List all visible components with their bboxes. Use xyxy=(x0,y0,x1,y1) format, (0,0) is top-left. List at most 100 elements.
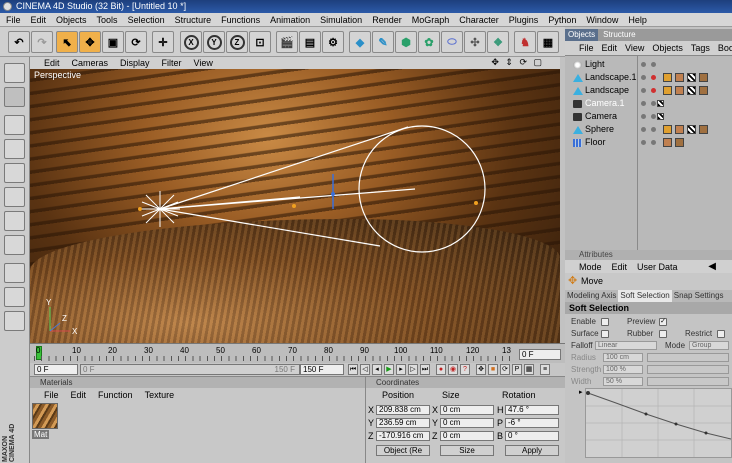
object-row-light[interactable]: Light xyxy=(565,58,732,71)
render-dot[interactable] xyxy=(651,88,656,93)
key-scale-icon[interactable]: ■ xyxy=(488,364,498,375)
menu-edit[interactable]: Edit xyxy=(31,15,47,25)
subdivision-surface-icon[interactable]: ⬢ xyxy=(395,31,417,53)
points-mode-icon[interactable] xyxy=(4,163,25,183)
tweak-mode-icon[interactable] xyxy=(4,263,25,283)
move-tool-icon[interactable]: ✥ xyxy=(79,31,101,53)
z-axis-lock-icon[interactable]: Z xyxy=(226,31,248,53)
objects-menu-tags[interactable]: Tags xyxy=(691,43,710,53)
surface-checkbox[interactable] xyxy=(601,330,609,338)
range-slider[interactable]: 0 F 150 F xyxy=(80,364,300,375)
next-key-icon[interactable]: ▷ xyxy=(408,364,418,375)
texture-tag-icon[interactable] xyxy=(687,73,696,82)
axis-mode-icon[interactable] xyxy=(4,235,25,255)
target-tag-icon[interactable] xyxy=(657,100,664,107)
environment-icon[interactable]: ❖ xyxy=(487,31,509,53)
target-tag-icon[interactable] xyxy=(657,113,664,120)
objects-menu-file[interactable]: File xyxy=(579,43,594,53)
coordinate-mode-select[interactable]: Object (Re xyxy=(376,445,430,456)
menu-simulation[interactable]: Simulation xyxy=(320,15,362,25)
render-dot[interactable] xyxy=(651,127,656,132)
material-swatch[interactable] xyxy=(32,403,58,429)
viewport-menu-cameras[interactable]: Cameras xyxy=(72,58,109,68)
materials-menu-function[interactable]: Function xyxy=(98,390,133,400)
menu-selection[interactable]: Selection xyxy=(128,15,165,25)
workplane-icon[interactable] xyxy=(4,311,25,331)
position-z-field[interactable]: -170.916 cm xyxy=(376,431,430,441)
redo-icon[interactable]: ↷ xyxy=(31,31,53,53)
material-tag-2-icon[interactable] xyxy=(699,86,708,95)
visibility-dot[interactable] xyxy=(641,88,646,93)
size-y-field[interactable]: 0 cm xyxy=(440,418,494,428)
render-dot[interactable] xyxy=(651,101,656,106)
material-tag-2-icon[interactable] xyxy=(699,73,708,82)
objects-menu-objects[interactable]: Objects xyxy=(652,43,683,53)
render-dot[interactable] xyxy=(651,140,656,145)
objects-menu-bookmarks[interactable]: Bookm xyxy=(718,43,732,53)
object-row-landscape[interactable]: Landscape xyxy=(565,84,732,97)
radius-slider[interactable] xyxy=(647,353,729,362)
viewport-menu-edit[interactable]: Edit xyxy=(44,58,60,68)
coordinate-system-icon[interactable]: ✛ xyxy=(152,31,174,53)
next-frame-icon[interactable]: ▸ xyxy=(396,364,406,375)
x-axis-lock-icon[interactable]: X xyxy=(180,31,202,53)
live-selection-icon[interactable]: ⬉ xyxy=(56,31,78,53)
radius-field[interactable]: 100 cm xyxy=(603,353,643,362)
make-editable-icon[interactable] xyxy=(4,63,25,83)
object-row-camera[interactable]: Camera xyxy=(565,110,732,123)
object-row-camera-1[interactable]: Camera.1 xyxy=(565,97,732,110)
menu-objects[interactable]: Objects xyxy=(56,15,87,25)
viewport-menu-filter[interactable]: Filter xyxy=(162,58,182,68)
material-tag-icon[interactable] xyxy=(675,125,684,134)
apply-button[interactable]: Apply xyxy=(505,445,559,456)
materials-menu-edit[interactable]: Edit xyxy=(71,390,87,400)
objects-menu-view[interactable]: View xyxy=(625,43,644,53)
size-z-field[interactable]: 0 cm xyxy=(440,431,494,441)
object-row-sphere[interactable]: Sphere xyxy=(565,123,732,136)
attributes-menu-edit[interactable]: Edit xyxy=(612,262,628,272)
render-view-icon[interactable]: 🎬 xyxy=(276,31,298,53)
key-parameter-icon[interactable]: P xyxy=(512,364,522,375)
texture-tag-icon[interactable] xyxy=(687,125,696,134)
goto-end-icon[interactable]: ⏭ xyxy=(420,364,430,375)
strength-slider[interactable] xyxy=(647,365,729,374)
menu-functions[interactable]: Functions xyxy=(221,15,260,25)
render-dot[interactable] xyxy=(651,75,656,80)
menu-tools[interactable]: Tools xyxy=(97,15,118,25)
snap-icon[interactable] xyxy=(4,287,25,307)
materials-menu-texture[interactable]: Texture xyxy=(145,390,175,400)
object-row-landscape-1[interactable]: Landscape.1 xyxy=(565,71,732,84)
tab-soft-selection[interactable]: Soft Selection xyxy=(618,290,672,302)
size-mode-select[interactable]: Size xyxy=(440,445,494,456)
object-row-floor[interactable]: Floor xyxy=(565,136,732,149)
timeline-window-icon[interactable]: ≡ xyxy=(540,364,550,375)
y-axis-lock-icon[interactable]: Y xyxy=(203,31,225,53)
attributes-menu-userdata[interactable]: User Data xyxy=(637,262,678,272)
tab-structure[interactable]: Structure xyxy=(600,29,638,41)
min-frame-field[interactable]: 0 F xyxy=(34,364,78,375)
goto-start-icon[interactable]: ⏮ xyxy=(348,364,358,375)
objects-menu-edit[interactable]: Edit xyxy=(602,43,618,53)
position-y-field[interactable]: 236.59 cm xyxy=(376,418,430,428)
material-tag-2-icon[interactable] xyxy=(675,138,684,147)
mode-select[interactable]: Group xyxy=(689,341,729,350)
rotation-h-field[interactable]: 47.6 ° xyxy=(505,405,559,415)
material-tag-icon[interactable] xyxy=(675,86,684,95)
key-rotation-icon[interactable]: ⟳ xyxy=(500,364,510,375)
menu-window[interactable]: Window xyxy=(586,15,618,25)
material-tag-icon[interactable] xyxy=(675,73,684,82)
tab-objects[interactable]: Objects xyxy=(565,29,599,41)
autokey-icon[interactable]: ◉ xyxy=(448,364,458,375)
menu-python[interactable]: Python xyxy=(548,15,576,25)
visibility-dot[interactable] xyxy=(641,114,646,119)
render-dot[interactable] xyxy=(651,114,656,119)
material-tag-icon[interactable] xyxy=(663,138,672,147)
menu-plugins[interactable]: Plugins xyxy=(509,15,539,25)
rotation-p-field[interactable]: -6 ° xyxy=(505,418,559,428)
position-x-field[interactable]: 209.838 cm xyxy=(376,405,430,415)
phong-tag-icon[interactable] xyxy=(663,125,672,134)
falloff-curve-graph[interactable] xyxy=(585,388,732,458)
world-coordinates-icon[interactable]: ⊡ xyxy=(249,31,271,53)
model-mode-icon[interactable] xyxy=(4,87,25,107)
rotation-b-field[interactable]: 0 ° xyxy=(505,431,559,441)
